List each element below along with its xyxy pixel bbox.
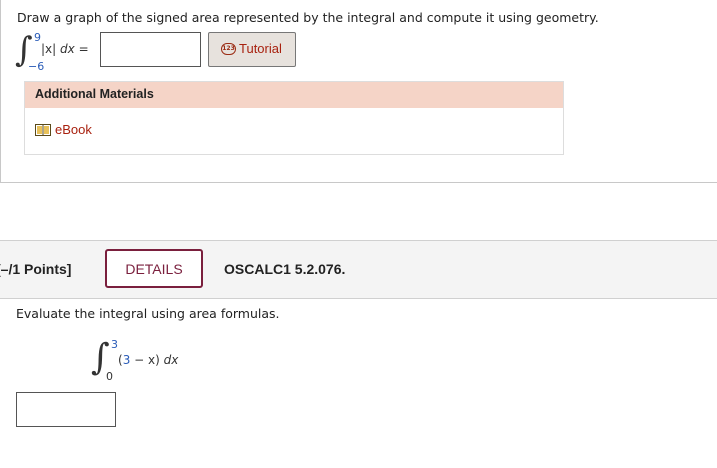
tutorial-button[interactable]: 123 Tutorial <box>208 32 296 67</box>
problem-id: OSCALC1 5.2.076. <box>224 261 346 277</box>
equals-sign: = <box>78 42 89 56</box>
ebook-icon <box>35 124 51 136</box>
question-1-card: Draw a graph of the signed area represen… <box>0 0 717 183</box>
upper-limit-2: 3 <box>111 338 118 351</box>
additional-materials-panel: Additional Materials eBook <box>24 81 564 155</box>
details-button[interactable]: DETAILS <box>105 249 203 288</box>
materials-header: Additional Materials <box>25 82 563 108</box>
differential: dx <box>60 42 75 56</box>
materials-title: Additional Materials <box>35 87 154 101</box>
ebook-link[interactable]: eBook <box>55 122 92 137</box>
answer-input-1[interactable] <box>100 32 201 67</box>
integrand: |x| dx = <box>41 42 89 56</box>
tutorial-label: Tutorial <box>239 41 282 56</box>
tutorial-icon: 123 <box>221 43 236 55</box>
question-gap <box>0 183 717 240</box>
question-2-prompt: Evaluate the integral using area formula… <box>16 306 280 321</box>
differential-2: dx <box>163 353 179 367</box>
answer-input-2[interactable] <box>16 392 116 427</box>
question-2-header: [–/1 Points] DETAILS OSCALC1 5.2.076. <box>0 240 717 299</box>
question-1-prompt: Draw a graph of the signed area represen… <box>17 10 599 25</box>
lower-limit: −6 <box>28 60 45 73</box>
integrand-2: (3 − x) dx <box>118 353 178 367</box>
integrand-expression: |x| <box>41 42 57 56</box>
integrand-rest: − x) <box>130 353 160 367</box>
details-label: DETAILS <box>125 261 183 277</box>
upper-limit: 9 <box>34 31 41 44</box>
points-label: [–/1 Points] <box>0 261 72 277</box>
lower-limit-2: 0 <box>106 370 113 383</box>
